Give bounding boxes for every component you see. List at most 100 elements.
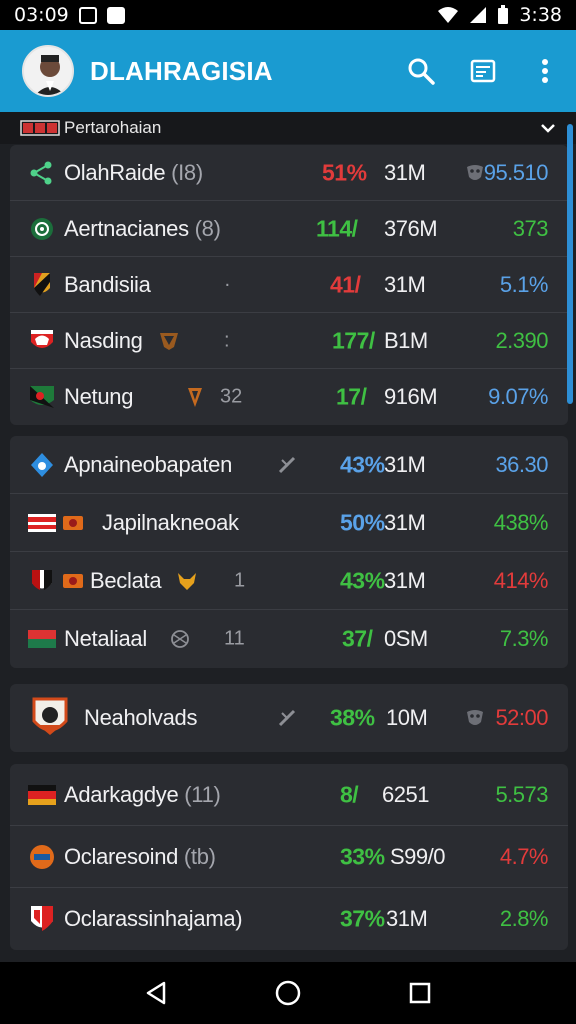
team-name: Aertnacianes (8) xyxy=(64,215,221,241)
ball-icon xyxy=(31,217,53,240)
change-percent: 38% xyxy=(330,704,375,731)
flag-icon xyxy=(32,569,52,590)
drop-icon xyxy=(31,452,53,477)
app-title: DLAHRAGISIA xyxy=(90,55,273,86)
change-percent: 114/ xyxy=(316,215,358,241)
volume: 376M xyxy=(384,215,438,241)
volume: 31M xyxy=(384,451,426,477)
change-percent: 41/ xyxy=(330,271,361,297)
value: 95.510 xyxy=(483,159,549,185)
crest-small-icon xyxy=(160,332,178,350)
team-name: Bandisiia xyxy=(64,271,151,297)
crest-small-icon xyxy=(63,515,83,530)
team-name: Apnaineobapaten xyxy=(64,451,232,477)
team-name: Beclata xyxy=(90,567,162,593)
flag-icon xyxy=(20,120,60,136)
change-percent: 37% xyxy=(340,905,385,932)
scrollbar[interactable] xyxy=(567,124,573,404)
change-percent: 43% xyxy=(340,451,385,477)
tool-icon xyxy=(278,709,296,727)
list-item[interactable]: Neaholvads 38% 10M 52:00 xyxy=(10,684,568,752)
team-name: Oclaresoind (tb) xyxy=(64,843,216,869)
flag-icon xyxy=(30,386,54,408)
volume: 10M xyxy=(386,705,428,730)
list-item[interactable]: Oclarassinhajama) 37% 31M 2.8% xyxy=(10,888,568,950)
crest-icon xyxy=(31,329,53,348)
team-name: Japilnakneoak xyxy=(102,509,239,535)
news-icon[interactable] xyxy=(468,56,498,86)
list-item[interactable]: Japilnakneoak 50% 31M 438% xyxy=(10,494,568,552)
volume: 31M xyxy=(384,271,426,297)
team-name: Nasding xyxy=(64,327,143,353)
volume: 6251 xyxy=(382,781,429,807)
change-percent: 33% xyxy=(340,843,385,869)
value: 36.30 xyxy=(495,451,548,477)
tool-icon xyxy=(278,456,296,473)
team-name: Netaliaal xyxy=(64,626,147,651)
change-percent: 17/ xyxy=(336,383,367,410)
list-item[interactable]: Aertnacianes (8) 114/ 376M 373 xyxy=(10,201,568,257)
list-item[interactable]: OlahRaide (I8) 51% 31M 95.510 xyxy=(10,145,568,201)
volume: 0SM xyxy=(384,626,428,651)
recents-button[interactable] xyxy=(400,973,440,1013)
volume: 916M xyxy=(384,384,438,409)
match-group-3: Neaholvads 38% 10M 52:00 xyxy=(10,684,568,752)
change-percent: 50% xyxy=(340,509,385,535)
team-name: Adarkagdye (11) xyxy=(64,781,221,807)
team-name: OlahRaide (I8) xyxy=(64,159,203,185)
match-count: 11 xyxy=(224,627,245,650)
match-group-1: OlahRaide (I8) 51% 31M 95.510 Aertnacian… xyxy=(10,145,568,425)
mask-icon xyxy=(467,164,483,180)
team-name: Neaholvads xyxy=(84,705,198,730)
list-item[interactable]: Oclaresoind (tb) 33% S99/0 4.7% xyxy=(10,826,568,888)
value: 4.7% xyxy=(499,843,549,869)
team-name: Netung xyxy=(64,384,134,409)
separator-dot: · xyxy=(224,273,231,295)
volume: 31M xyxy=(384,159,426,185)
match-count: 1 xyxy=(234,569,246,591)
back-button[interactable] xyxy=(136,973,176,1013)
separator-colon: : xyxy=(224,329,230,351)
flag-icon xyxy=(28,784,56,805)
home-button[interactable] xyxy=(268,973,308,1013)
chevron-down-icon[interactable] xyxy=(540,123,556,133)
value: 7.3% xyxy=(499,626,549,651)
battery-icon xyxy=(498,5,509,24)
app-bar: DLAHRAGISIA xyxy=(0,30,576,112)
more-vert-icon[interactable] xyxy=(530,56,560,86)
change-percent: 43% xyxy=(340,567,385,593)
notification-icon xyxy=(78,6,97,24)
cloud-icon xyxy=(106,6,125,24)
list-item[interactable]: Adarkagdye (11) 8/ 6251 5.573 xyxy=(10,764,568,826)
shield-icon xyxy=(31,906,53,931)
list-item[interactable]: Nasding : 177/ B1M 2.390 xyxy=(10,313,568,369)
value: 9.07% xyxy=(488,384,548,409)
value: 52:00 xyxy=(495,705,548,730)
value: 5.573 xyxy=(495,781,548,807)
value: 2.8% xyxy=(499,906,549,931)
crest-icon xyxy=(30,844,54,869)
globe-icon xyxy=(171,630,189,648)
value: 2.390 xyxy=(495,327,548,353)
search-icon[interactable] xyxy=(406,56,436,86)
list-item[interactable]: Netaliaal 11 37/ 0SM 7.3% xyxy=(10,610,568,668)
fox-icon xyxy=(178,572,196,590)
volume: 31M xyxy=(384,509,426,535)
list-item[interactable]: Netung 32 17/ 916M 9.07% xyxy=(10,369,568,425)
crest-icon xyxy=(32,697,68,735)
share-icon xyxy=(30,161,52,184)
change-percent: 37/ xyxy=(342,625,373,652)
list-item[interactable]: Beclata 1 43% 31M 414% xyxy=(10,552,568,610)
shield-icon xyxy=(34,272,50,296)
value: 414% xyxy=(493,567,549,593)
badge-icon xyxy=(188,388,202,407)
value: 5.1% xyxy=(499,271,549,297)
change-percent: 177/ xyxy=(332,327,375,353)
section-header[interactable]: Pertarohaian xyxy=(0,112,576,144)
change-percent: 8/ xyxy=(340,781,359,807)
list-item[interactable]: Apnaineobapaten 43% 31M 36.30 xyxy=(10,436,568,494)
list-item[interactable]: Bandisiia · 41/ 31M 5.1% xyxy=(10,257,568,313)
avatar[interactable] xyxy=(22,45,74,97)
value: 438% xyxy=(493,509,549,535)
flag-icon xyxy=(28,513,56,532)
